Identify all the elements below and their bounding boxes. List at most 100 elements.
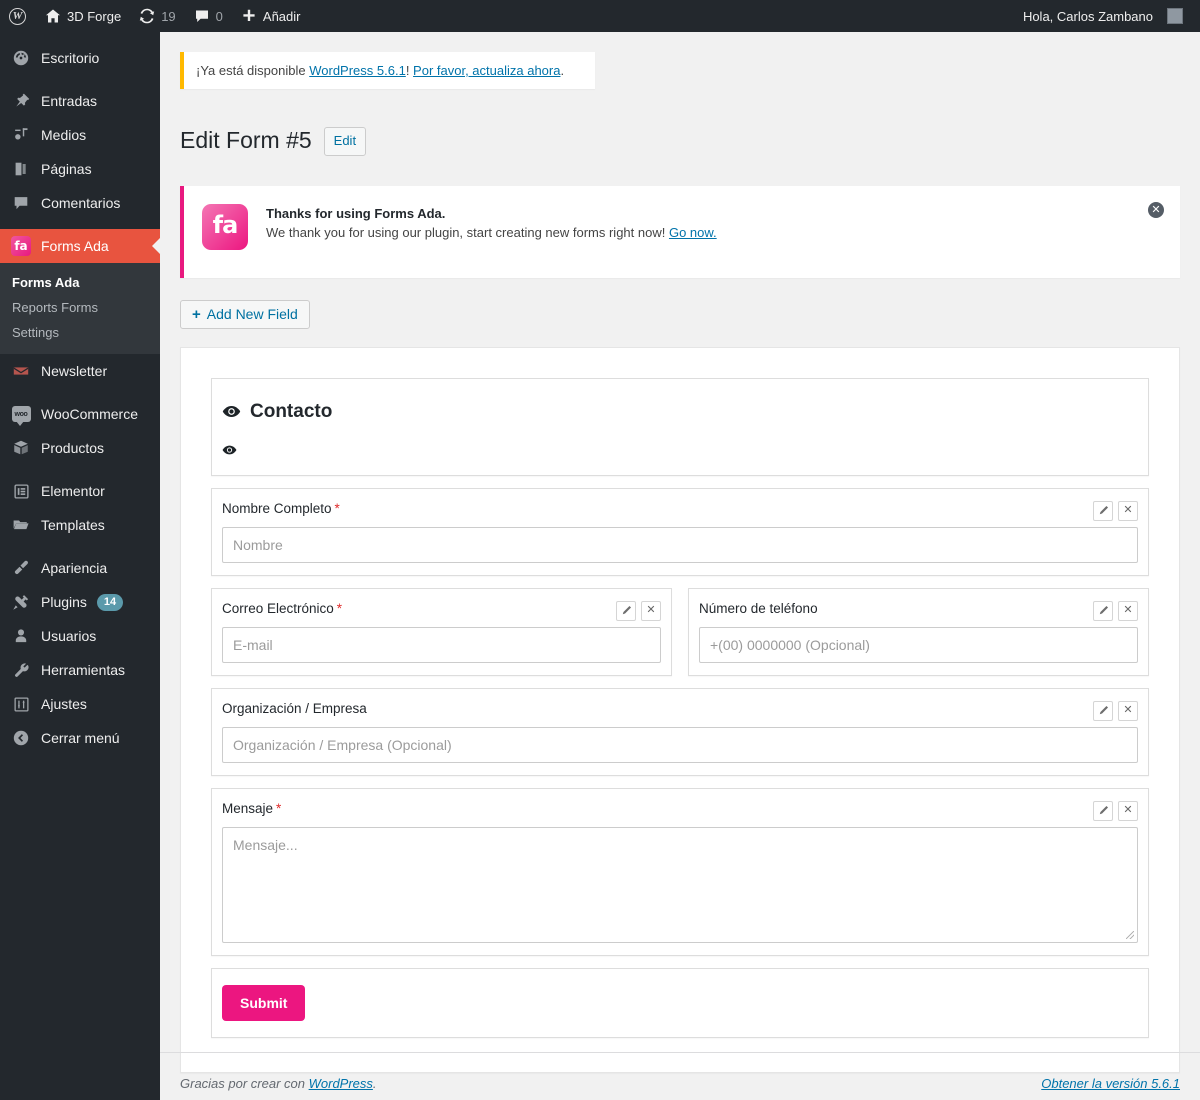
- sidebar-item-plugins[interactable]: Plugins 14: [0, 585, 160, 619]
- new-content-label: Añadir: [262, 8, 301, 24]
- new-content-button[interactable]: Añadir: [232, 0, 310, 32]
- sidebar-item-elementor[interactable]: Elementor: [0, 474, 160, 508]
- site-name-label: 3D Forge: [67, 8, 122, 24]
- form-field-card[interactable]: Organización / Empresa ✕ Organización / …: [211, 687, 1149, 776]
- form-section-card[interactable]: Contacto: [211, 377, 1149, 476]
- get-version-link[interactable]: Obtener la versión 5.6.1: [1041, 1076, 1180, 1091]
- sidebar-item-label: Newsletter: [41, 363, 108, 379]
- pencil-icon[interactable]: [1093, 500, 1113, 521]
- form-section-visibility-toggle[interactable]: [222, 445, 1138, 455]
- footer-thanks: Gracias por crear con WordPress.: [180, 1076, 377, 1091]
- plugin-notice-text: Thanks for using Forms Ada. We thank you…: [266, 204, 717, 240]
- dashboard-icon: [11, 48, 31, 68]
- submit-button[interactable]: Submit: [222, 984, 306, 1021]
- sidebar-item-label: Comentarios: [41, 195, 121, 211]
- sidebar-item-woocommerce[interactable]: woo WooCommerce: [0, 397, 160, 431]
- main-content: ¡Ya está disponible WordPress 5.6.1! Por…: [160, 32, 1200, 1100]
- comment-icon: [11, 193, 31, 213]
- go-now-link[interactable]: Go now.: [669, 225, 717, 240]
- sidebar-item-label: Medios: [41, 127, 87, 143]
- pencil-icon[interactable]: [1093, 800, 1113, 821]
- media-icon: [11, 125, 31, 145]
- add-new-field-button[interactable]: + Add New Field: [180, 299, 310, 329]
- sidebar-item-medios[interactable]: Medios: [0, 118, 160, 152]
- sidebar-item-escritorio[interactable]: Escritorio: [0, 41, 160, 75]
- sidebar-item-label: Páginas: [41, 161, 92, 177]
- comments-count: 0: [215, 8, 223, 24]
- plus-icon: [241, 8, 257, 24]
- avatar: [1167, 8, 1183, 24]
- sidebar-item-paginas[interactable]: Páginas: [0, 152, 160, 186]
- sidebar-item-usuarios[interactable]: Usuarios: [0, 619, 160, 653]
- close-x-icon[interactable]: ✕: [641, 600, 661, 621]
- form-field-header: Número de teléfono ✕: [699, 600, 1138, 627]
- update-now-link[interactable]: Por favor, actualiza ahora: [413, 63, 560, 78]
- sidebar-item-label: Cerrar menú: [41, 730, 120, 746]
- pencil-icon[interactable]: [1093, 700, 1113, 721]
- greeting-label: Hola, Carlos Zambano: [1022, 8, 1153, 24]
- form-field-card[interactable]: Número de teléfono ✕ +(00) 0000000 (Opci…: [688, 587, 1149, 676]
- form-field-label: Nombre Completo: [222, 500, 332, 516]
- wordpress-logo-button[interactable]: W: [0, 0, 36, 32]
- sidebar-item-ajustes[interactable]: Ajustes: [0, 687, 160, 721]
- wordpress-link[interactable]: WordPress: [309, 1076, 373, 1091]
- sidebar-item-entradas[interactable]: Entradas: [0, 84, 160, 118]
- form-field-label: Mensaje: [222, 800, 274, 816]
- wordpress-version-link[interactable]: WordPress 5.6.1: [309, 63, 406, 78]
- user-icon: [11, 626, 31, 646]
- form-field-input-preview[interactable]: Organización / Empresa (Opcional): [222, 726, 1138, 763]
- plus-icon: +: [192, 305, 201, 323]
- collapse-arrow-icon: [11, 728, 31, 748]
- sidebar-subitem-settings[interactable]: Settings: [0, 320, 160, 345]
- close-icon[interactable]: ✕: [1148, 201, 1164, 218]
- footer-thanks-before: Gracias por crear con: [180, 1076, 309, 1091]
- sidebar-item-newsletter[interactable]: Newsletter: [0, 354, 160, 388]
- comments-button[interactable]: 0: [185, 0, 232, 32]
- sidebar-item-label: Usuarios: [41, 628, 97, 644]
- page-title: Edit Form #5: [180, 127, 312, 154]
- form-field-input-preview[interactable]: +(00) 0000000 (Opcional): [699, 626, 1138, 663]
- sidebar-item-label: Productos: [41, 440, 105, 456]
- sidebar-item-productos[interactable]: Productos: [0, 431, 160, 465]
- form-field-textarea-preview[interactable]: Mensaje...: [222, 826, 1138, 943]
- sidebar-item-forms-ada[interactable]: fa Forms Ada: [0, 229, 160, 263]
- close-x-icon[interactable]: ✕: [1118, 500, 1138, 521]
- site-name-button[interactable]: 3D Forge: [36, 0, 130, 32]
- edit-title-button[interactable]: Edit: [323, 126, 367, 156]
- comment-bubble-icon: [194, 8, 210, 24]
- settings-sliders-icon: [11, 694, 31, 714]
- paintbrush-icon: [11, 558, 31, 578]
- sidebar-item-apariencia[interactable]: Apariencia: [0, 551, 160, 585]
- resize-handle-icon[interactable]: [1126, 930, 1134, 939]
- form-field-actions: ✕: [1093, 800, 1138, 821]
- form-field-input-preview[interactable]: E-mail: [222, 626, 661, 663]
- sidebar-item-label: Forms Ada: [41, 238, 109, 254]
- form-field-input-preview[interactable]: Nombre: [222, 526, 1138, 563]
- form-field-label: Correo Electrónico: [222, 600, 334, 616]
- form-field-label-wrap: Nombre Completo *: [222, 501, 340, 516]
- pencil-icon[interactable]: [616, 600, 636, 621]
- pencil-icon[interactable]: [1093, 600, 1113, 621]
- admin-bar-right: Hola, Carlos Zambano: [1014, 0, 1200, 32]
- form-field-card[interactable]: Mensaje * ✕ Mensaje...: [211, 787, 1149, 956]
- account-menu[interactable]: Hola, Carlos Zambano: [1014, 0, 1192, 32]
- close-x-icon[interactable]: ✕: [1118, 700, 1138, 721]
- form-section-title: Contacto: [250, 400, 333, 422]
- updates-button[interactable]: 19: [130, 0, 184, 32]
- form-field-actions: ✕: [1093, 500, 1138, 521]
- sidebar-item-label: Apariencia: [41, 560, 108, 576]
- form-field-card[interactable]: Correo Electrónico * ✕ E-mail: [211, 587, 672, 676]
- sidebar-subitem-forms-ada[interactable]: Forms Ada: [0, 270, 160, 295]
- close-x-icon[interactable]: ✕: [1118, 600, 1138, 621]
- sidebar-item-collapse-menu[interactable]: Cerrar menú: [0, 721, 160, 755]
- sidebar-subitem-reports-forms[interactable]: Reports Forms: [0, 295, 160, 320]
- eye-icon[interactable]: [222, 405, 241, 418]
- form-field-textarea-placeholder: Mensaje...: [233, 836, 298, 853]
- close-x-icon[interactable]: ✕: [1118, 800, 1138, 821]
- form-field-actions: ✕: [1093, 600, 1138, 621]
- sidebar-item-comentarios[interactable]: Comentarios: [0, 186, 160, 220]
- form-field-label: Organización / Empresa: [222, 700, 367, 716]
- form-field-card[interactable]: Nombre Completo * ✕ Nombre: [211, 487, 1149, 576]
- sidebar-item-herramientas[interactable]: Herramientas: [0, 653, 160, 687]
- sidebar-item-templates[interactable]: Templates: [0, 508, 160, 542]
